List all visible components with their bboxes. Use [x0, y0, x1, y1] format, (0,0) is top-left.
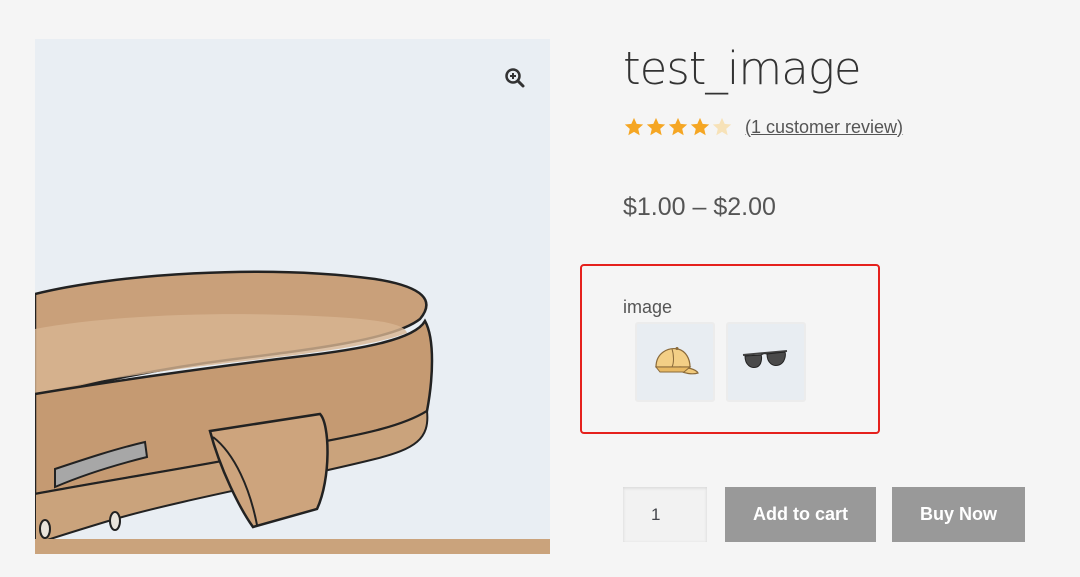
zoom-in-icon — [505, 68, 525, 88]
sunglasses-icon — [742, 350, 788, 368]
product-gallery — [35, 39, 550, 554]
product-title: test_image — [623, 42, 862, 95]
swatch-cap[interactable] — [635, 322, 715, 402]
zoom-button[interactable] — [496, 59, 534, 97]
add-to-cart-button[interactable]: Add to cart — [725, 487, 876, 542]
quantity-input[interactable] — [623, 487, 707, 542]
star-filled-icon — [646, 117, 666, 136]
cap-icon — [654, 347, 699, 375]
star-rating — [623, 116, 733, 138]
price-range: $1.00 – $2.00 — [623, 193, 776, 221]
star-filled-icon — [668, 117, 688, 136]
variation-label: image — [623, 297, 673, 317]
product-rating: (1 customer review) — [623, 116, 903, 138]
star-filled-icon — [690, 117, 710, 136]
customer-review-link[interactable]: (1 customer review) — [745, 117, 903, 138]
product-page: test_image (1 customer review) $1.00 – $… — [0, 0, 1080, 577]
belt-image — [35, 270, 550, 554]
buy-now-button[interactable]: Buy Now — [892, 487, 1025, 542]
swatch-sunglasses[interactable] — [726, 322, 806, 402]
star-empty-icon — [712, 117, 732, 136]
star-filled-icon — [624, 117, 644, 136]
